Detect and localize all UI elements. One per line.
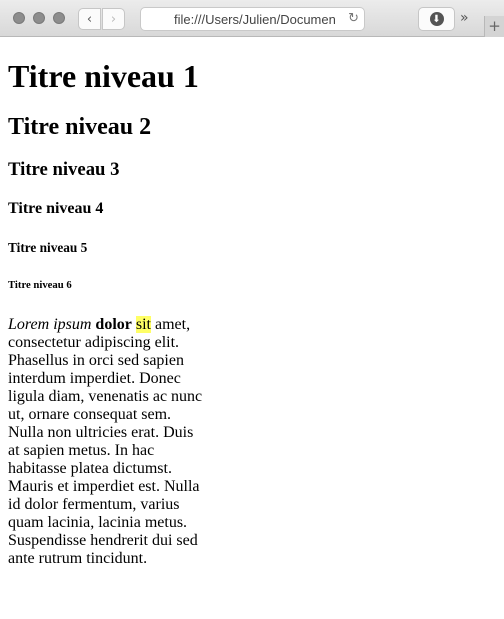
chevron-left-icon: ‹ [86, 11, 93, 27]
emphasis-text: Lorem ipsum [8, 316, 92, 333]
page-content: Titre niveau 1 Titre niveau 2 Titre nive… [8, 37, 208, 568]
zoom-window-button[interactable] [53, 12, 65, 24]
heading-level-5: Titre niveau 5 [8, 240, 88, 255]
highlighted-text: sit [135, 316, 151, 333]
address-bar[interactable]: file:///Users/Julien/Documen ↻ [140, 7, 365, 31]
address-url[interactable]: file:///Users/Julien/Documen [174, 12, 339, 27]
back-button[interactable]: ‹ [78, 8, 101, 30]
download-icon: ⬇ [429, 12, 444, 26]
lorem-paragraph: Lorem ipsum dolor sit amet, consectetur … [8, 316, 208, 568]
heading-level-2: Titre niveau 2 [8, 114, 152, 140]
heading-level-4: Titre niveau 4 [8, 200, 104, 217]
overflow-chevron-icon[interactable]: » [460, 10, 469, 26]
forward-button[interactable]: › [102, 8, 125, 30]
reload-icon[interactable]: ↻ [348, 11, 359, 26]
chevron-right-icon: › [110, 11, 117, 27]
close-window-button[interactable] [13, 12, 25, 24]
heading-level-6: Titre niveau 6 [8, 279, 72, 291]
new-tab-button[interactable]: + [484, 16, 504, 37]
heading-level-3: Titre niveau 3 [8, 159, 120, 180]
plus-icon: + [488, 17, 501, 35]
paragraph-body: amet, consectetur adipiscing elit. Phase… [8, 316, 203, 567]
downloads-button[interactable]: ⬇ [418, 7, 455, 31]
browser-toolbar: ‹ › file:///Users/Julien/Documen ↻ ⬇ » + [0, 0, 504, 37]
minimize-window-button[interactable] [33, 12, 45, 24]
heading-level-1: Titre niveau 1 [8, 58, 199, 94]
strong-text: dolor [95, 316, 132, 333]
